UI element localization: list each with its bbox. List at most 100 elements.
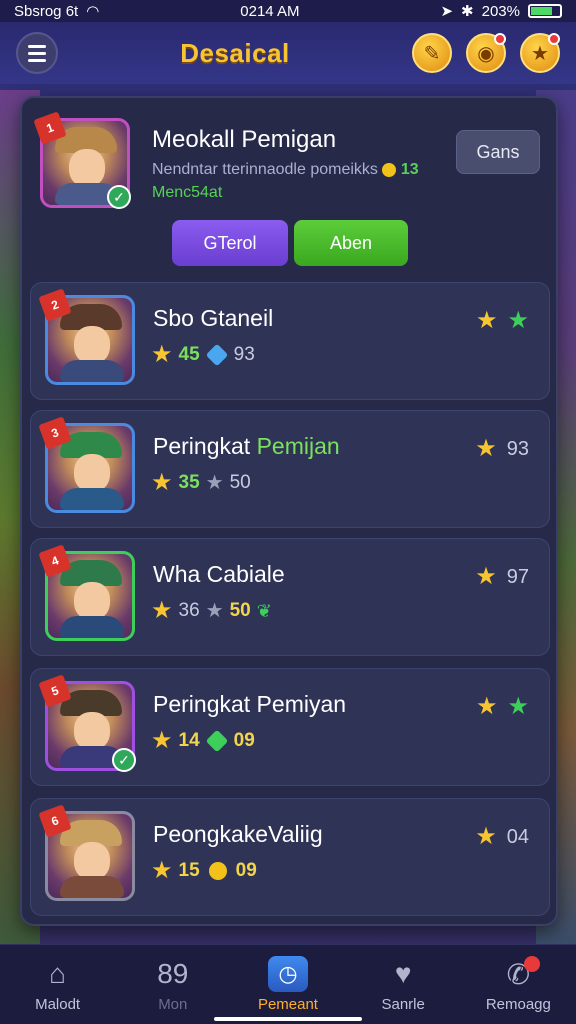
nav-item-mon[interactable]: 89 Mon xyxy=(123,956,223,1013)
player-description: Nendntar tterinnaodle pomeikks 13 xyxy=(152,160,442,179)
star-icon: ★ xyxy=(151,341,173,368)
avatar-face xyxy=(74,582,110,620)
row-right-number: 04 xyxy=(506,825,529,848)
player-name-highlight: Pemijan xyxy=(256,433,340,459)
row-right-number: 93 xyxy=(506,437,529,460)
menu-line-icon xyxy=(28,44,46,48)
stat-primary: 35 xyxy=(178,472,200,493)
menu-button[interactable] xyxy=(16,32,58,74)
menu-line-icon xyxy=(28,51,46,55)
home-icon: ⌂ xyxy=(49,958,67,989)
avatar: 5 ✓ xyxy=(38,674,136,772)
location-icon: ➤ xyxy=(440,3,454,20)
star-icon: ★ xyxy=(475,563,497,590)
notification-dot xyxy=(494,33,506,45)
menu-line-icon xyxy=(28,58,46,62)
player-name: Peringkat Pemiyan xyxy=(153,691,347,717)
player-stats: ★ 15 09 xyxy=(151,859,257,883)
nav-item-malodt[interactable]: ⌂ Malodt xyxy=(8,956,108,1013)
player-stats: ★ 36 ★ 50 ❦ xyxy=(151,599,272,623)
nav-label: Malodt xyxy=(35,996,81,1013)
leaderboard-row[interactable]: 6 PeongkakeValiig ★ 15 09 ★ 04 xyxy=(30,798,550,916)
top-player-card: 1 ✓ Meokall Pemigan Nendntar tterinnaodl… xyxy=(22,98,556,274)
player-name: Sbo Gtaneil xyxy=(153,305,274,331)
row-right-stars: ★ ★ xyxy=(476,695,529,719)
stat-secondary: 09 xyxy=(235,860,257,881)
avatar-face xyxy=(74,454,110,492)
row-right-stars: ★ ★ xyxy=(476,309,529,333)
row-right-value: ★ 04 xyxy=(475,825,529,849)
bluetooth-icon: ✱ xyxy=(461,3,474,20)
avatar: 3 xyxy=(38,416,135,513)
avatar-face xyxy=(74,712,110,750)
description-text: Nendntar tterinnaodle pomeikks xyxy=(152,161,378,178)
nav-label: Sanrle xyxy=(381,996,425,1013)
star-icon: ★ xyxy=(475,693,498,720)
avatar-face xyxy=(69,149,105,187)
stat-primary: 36 xyxy=(178,600,200,621)
coin-icon xyxy=(382,162,397,177)
nav-label: Remoagg xyxy=(485,996,551,1013)
player-stats: ★ 45 93 xyxy=(151,343,255,367)
points-value: 13 xyxy=(400,161,419,178)
avatar[interactable]: 1 ✓ xyxy=(33,111,131,209)
battery-icon xyxy=(528,4,562,18)
avatar: 2 xyxy=(38,288,135,385)
star-icon: ★ xyxy=(151,727,173,754)
star-icon: ★ xyxy=(475,823,497,850)
star-icon: ★ xyxy=(475,307,498,334)
avatar-face xyxy=(74,842,110,880)
gans-button[interactable]: Gans xyxy=(456,130,540,174)
stat-secondary: 50 xyxy=(229,600,251,621)
status-time: 0214 AM xyxy=(240,2,300,20)
stat-primary: 14 xyxy=(178,730,200,751)
gray-star-icon: ★ xyxy=(205,472,224,494)
gem-icon xyxy=(205,729,228,753)
app-header: Desaical ✎ ◉ ★ xyxy=(0,22,576,84)
stat-primary: 15 xyxy=(178,860,200,881)
player-name: PeongkakeValiig xyxy=(153,821,323,847)
primary-action-button[interactable]: GTerol xyxy=(172,220,288,266)
star-icon: ★ xyxy=(475,435,497,462)
feather-icon[interactable]: ✎ xyxy=(412,33,452,73)
nav-label: Pemeant xyxy=(257,996,318,1013)
green-star-icon: ★ xyxy=(507,693,529,720)
star-icon: ★ xyxy=(151,469,173,496)
avatar-body xyxy=(60,876,124,898)
avatar-body xyxy=(60,488,124,510)
avatar: 4 xyxy=(38,544,135,641)
green-star-icon: ★ xyxy=(507,307,529,334)
nav-item-pemeant[interactable]: ◷ Pemeant xyxy=(238,956,338,1013)
check-icon: ✓ xyxy=(107,185,131,209)
bottom-navigation: ⌂ Malodt 89 Mon ◷ Pemeant ♥ Sanrle ✆ Rem… xyxy=(0,944,576,1024)
row-right-value: ★ 93 xyxy=(475,437,529,461)
leaderboard-row[interactable]: 2 Sbo Gtaneil ★ 45 93 ★ ★ xyxy=(30,282,550,400)
avatar-face xyxy=(74,326,110,364)
nav-item-sanrle[interactable]: ♥ Sanrle xyxy=(353,956,453,1013)
leaf-icon: ❦ xyxy=(256,600,272,621)
row-right-value: ★ 97 xyxy=(475,565,529,589)
gem-icon xyxy=(205,343,228,367)
battery-percent: 203% xyxy=(481,2,520,20)
gray-star-icon: ★ xyxy=(205,600,224,622)
leaderboard-row[interactable]: 3 Peringkat Pemijan ★ 35 ★ 50 ★ 93 xyxy=(30,410,550,528)
player-name: Meokall Pemigan xyxy=(152,126,337,153)
leaderboard-row[interactable]: 5 ✓ Peringkat Pemiyan ★ 14 09 ★ ★ xyxy=(30,668,550,786)
nav-label: Mon xyxy=(158,996,188,1013)
row-right-number: 97 xyxy=(506,565,529,588)
stat-secondary: 50 xyxy=(229,472,251,493)
stat-secondary: 09 xyxy=(233,730,255,751)
wifi-icon: ◠ xyxy=(86,3,100,20)
status-left-text: Sbsrog 6t xyxy=(14,2,79,20)
star-icon[interactable]: ★ xyxy=(520,33,560,73)
home-indicator xyxy=(214,1017,362,1021)
leaderboard-row[interactable]: 4 Wha Cabiale ★ 36 ★ 50 ❦ ★ 97 xyxy=(30,538,550,656)
player-name: Wha Cabiale xyxy=(153,561,285,587)
clock-icon: ◷ xyxy=(267,956,308,992)
coin-icon[interactable]: ◉ xyxy=(466,33,506,73)
avatar: 6 xyxy=(38,804,135,901)
nav-item-remoagg[interactable]: ✆ Remoagg xyxy=(468,956,568,1013)
leaderboard-panel: 1 ✓ Meokall Pemigan Nendntar tterinnaodl… xyxy=(20,96,558,926)
stat-primary: 45 xyxy=(178,344,200,365)
secondary-action-button[interactable]: Aben xyxy=(294,220,408,266)
